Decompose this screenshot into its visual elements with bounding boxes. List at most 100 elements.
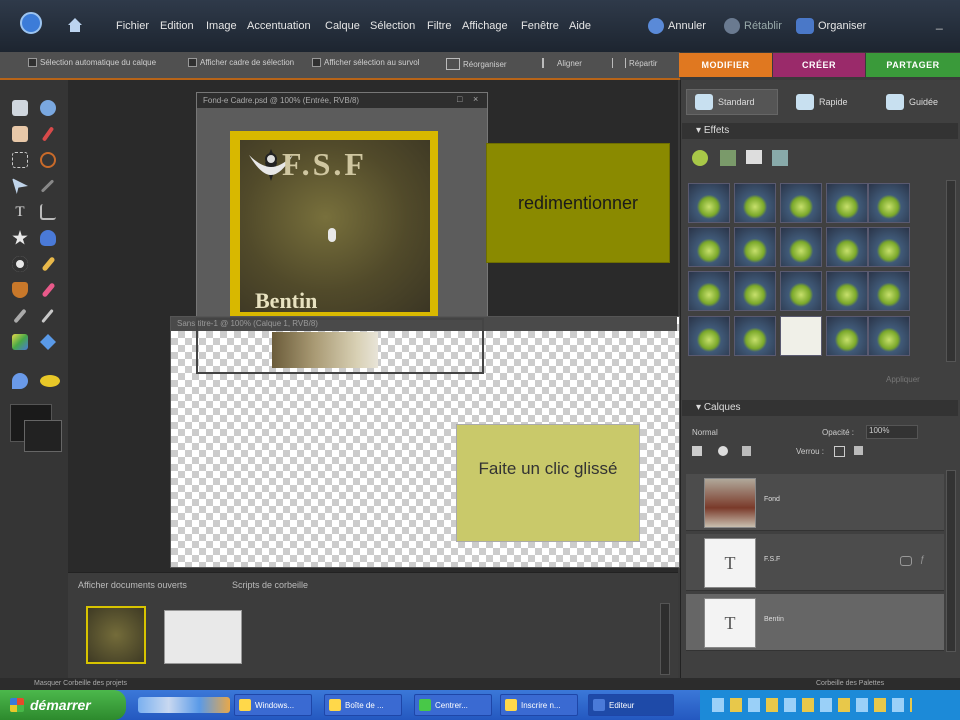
layer-fx-icon[interactable]: ƒ (920, 554, 925, 564)
effect-thumb[interactable] (688, 227, 730, 267)
bin-thumbnail-untitled[interactable] (164, 610, 242, 664)
effect-thumb[interactable] (868, 183, 910, 223)
minimize-button[interactable]: _ (936, 16, 943, 30)
eyedropper-tool-icon[interactable] (41, 126, 55, 142)
trash-icon[interactable] (742, 446, 751, 456)
taskbar-item[interactable]: Inscrire n... (500, 694, 578, 716)
menu-file[interactable]: Fichier (116, 20, 149, 32)
quicklaunch-icons[interactable] (138, 697, 230, 713)
layer-row-text-bentin[interactable]: T Bentin (686, 594, 944, 651)
effect-thumb[interactable] (734, 227, 776, 267)
redo-button[interactable]: Rétablir (724, 18, 782, 34)
effect-thumb[interactable] (688, 271, 730, 311)
layer-name[interactable]: Bentin (764, 616, 784, 623)
effect-thumb[interactable] (780, 183, 822, 223)
gradient-tool-icon[interactable] (12, 334, 28, 350)
effect-thumb[interactable] (826, 271, 868, 311)
effect-thumb[interactable] (868, 271, 910, 311)
document-title[interactable]: Fond-e Cadre.psd @ 100% (Entrée, RVB/8) (197, 93, 487, 108)
tab-open-documents[interactable]: Afficher documents ouverts (78, 580, 187, 590)
effect-thumb[interactable] (868, 316, 910, 356)
layer-row-background[interactable]: Fond (686, 474, 944, 531)
effect-thumb[interactable] (780, 227, 822, 267)
zoom-tool-icon[interactable] (40, 100, 56, 116)
menu-select[interactable]: Sélection (370, 20, 415, 32)
tab-create[interactable]: CRÉER (773, 53, 865, 77)
distribute-button[interactable]: Répartir (612, 58, 657, 68)
bin-scrollbar[interactable] (660, 603, 670, 675)
move-tool-icon[interactable] (12, 100, 28, 116)
brush-layer-icon[interactable] (718, 446, 728, 456)
effects-scrollbar[interactable] (946, 180, 956, 362)
pencil-tool-icon[interactable] (41, 308, 54, 324)
effect-thumb[interactable] (734, 271, 776, 311)
taskbar-item-active[interactable]: Editeur (588, 694, 674, 716)
apply-effect-button[interactable]: Appliquer (886, 375, 920, 384)
effect-thumb[interactable] (734, 183, 776, 223)
effects-all-icon[interactable] (772, 150, 788, 166)
start-button[interactable]: démarrer (0, 690, 126, 720)
blend-mode-select[interactable]: Normal (692, 428, 718, 437)
window-restore-icon[interactable]: □ (457, 94, 462, 104)
lock-transparency-icon[interactable] (834, 446, 845, 457)
effects-photo-icon[interactable] (746, 150, 762, 164)
brush-tool-icon[interactable] (13, 308, 27, 324)
layer-visibility-toggle[interactable] (688, 534, 702, 590)
new-layer-icon[interactable] (692, 446, 702, 456)
effect-thumb[interactable] (688, 316, 730, 356)
layer-name[interactable]: Fond (764, 496, 780, 503)
layer-row-text-fsf[interactable]: T F.S.F ƒ (686, 534, 944, 591)
type-tool-icon[interactable]: T (12, 204, 28, 220)
auto-select-checkbox[interactable]: Sélection automatique du calque (28, 58, 156, 67)
menu-layer[interactable]: Calque (325, 20, 360, 32)
menu-image[interactable]: Image (206, 20, 237, 32)
palette-bin-button[interactable]: Corbeille des Palettes (816, 680, 884, 687)
crop-tool-icon[interactable] (40, 204, 56, 220)
layer-name[interactable]: F.S.F (764, 556, 780, 563)
layer-visibility-toggle[interactable] (688, 474, 702, 530)
bin-thumbnail-frame[interactable] (86, 606, 146, 664)
cookie-cutter-tool-icon[interactable] (12, 230, 28, 245)
marquee-tool-icon[interactable] (12, 152, 28, 168)
eraser-tool-icon[interactable] (41, 282, 56, 298)
mode-standard-button[interactable]: Standard (686, 89, 778, 115)
effect-thumb[interactable] (780, 316, 822, 356)
straighten-tool-icon[interactable] (40, 230, 56, 246)
blur-tool-icon[interactable] (12, 373, 28, 389)
mode-guided-button[interactable]: Guidée (886, 89, 938, 115)
taskbar-item[interactable]: Centrer... (414, 694, 492, 716)
magic-wand-tool-icon[interactable] (12, 178, 28, 194)
tab-bin-scripts[interactable]: Scripts de corbeille (232, 580, 308, 590)
menu-window[interactable]: Fenêtre (521, 20, 559, 32)
layers-header[interactable]: ▾ Calques (682, 400, 958, 416)
align-button[interactable]: Aligner (542, 58, 582, 68)
show-bbox-checkbox[interactable]: Afficher cadre de sélection (188, 58, 294, 67)
menu-help[interactable]: Aide (569, 20, 591, 32)
effects-header[interactable]: ▾ Effets (682, 123, 958, 139)
menu-view[interactable]: Affichage (462, 20, 508, 32)
effects-layerstyle-icon[interactable] (720, 150, 736, 166)
hand-tool-icon[interactable] (12, 126, 28, 142)
mode-quick-button[interactable]: Rapide (796, 89, 848, 115)
effect-thumb[interactable] (688, 183, 730, 223)
menu-filter[interactable]: Filtre (427, 20, 451, 32)
opacity-field[interactable]: 100% (866, 425, 918, 439)
lasso-tool-icon[interactable] (40, 152, 56, 168)
tray-icons[interactable] (712, 698, 912, 712)
effect-thumb[interactable] (734, 316, 776, 356)
effect-thumb[interactable] (780, 271, 822, 311)
show-highlight-checkbox[interactable]: Afficher sélection au survol (312, 58, 419, 67)
effects-filter-icon[interactable] (692, 150, 708, 166)
menu-enhance[interactable]: Accentuation (247, 20, 311, 32)
red-eye-tool-icon[interactable] (12, 256, 28, 272)
tab-modify[interactable]: MODIFIER (679, 53, 772, 77)
window-close-icon[interactable]: × (473, 94, 478, 104)
taskbar-item[interactable]: Windows... (234, 694, 312, 716)
selection-brush-tool-icon[interactable] (40, 179, 55, 193)
home-icon[interactable] (66, 16, 84, 34)
layers-scrollbar[interactable] (946, 470, 956, 652)
effect-thumb[interactable] (826, 316, 868, 356)
lock-all-icon[interactable] (854, 446, 863, 455)
background-color-swatch[interactable] (24, 420, 62, 452)
effect-thumb[interactable] (826, 183, 868, 223)
